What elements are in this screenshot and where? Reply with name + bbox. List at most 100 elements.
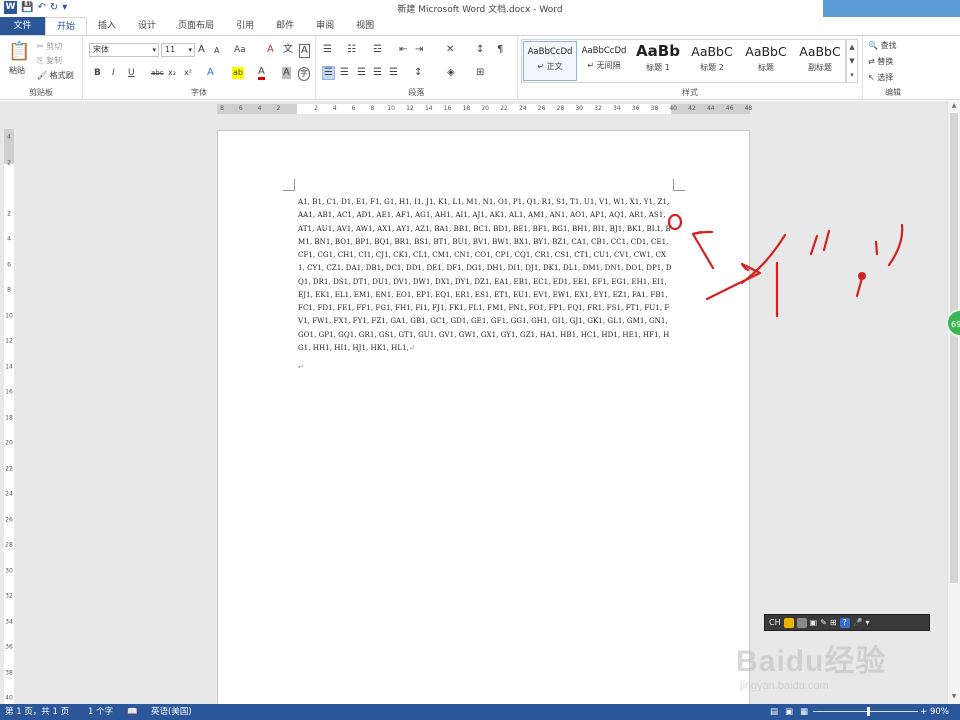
- ime-write-icon[interactable]: ✎: [820, 617, 827, 629]
- styles-scroll[interactable]: ▲ ▼ ▾: [846, 39, 858, 83]
- underline-button[interactable]: U: [128, 67, 135, 79]
- format-painter-button[interactable]: 🖌 格式刷: [37, 70, 74, 81]
- ime-help-icon[interactable]: ?: [839, 617, 850, 628]
- proofing-icon[interactable]: 📖: [127, 706, 138, 718]
- scroll-up-arrow[interactable]: ▲: [948, 102, 960, 109]
- zoom-in-button[interactable]: +: [920, 706, 927, 718]
- enclose-char-icon[interactable]: 字: [298, 67, 310, 81]
- ime-language-bar[interactable]: CH ▣ ✎ ⊞ ? 🎤 ▾: [764, 614, 930, 631]
- show-marks-icon[interactable]: ¶: [497, 44, 503, 56]
- tab-references[interactable]: 引用: [225, 17, 265, 35]
- bold-button[interactable]: B: [94, 67, 101, 79]
- paste-button[interactable]: 粘贴: [9, 65, 25, 76]
- ime-mode-icon[interactable]: [783, 617, 794, 628]
- char-shading-icon[interactable]: A: [282, 67, 291, 79]
- decrease-indent-icon[interactable]: ⇤: [399, 44, 407, 56]
- scroll-down-icon[interactable]: ▼: [847, 54, 857, 68]
- subscript-button[interactable]: x₂: [168, 67, 176, 79]
- document-body-text[interactable]: A1, B1, C1, D1, E1, F1, G1, H1, I1, J1, …: [298, 195, 672, 354]
- multilevel-list-icon[interactable]: ☲: [373, 44, 382, 56]
- language-indicator[interactable]: 英语(美国): [151, 706, 192, 718]
- tab-file[interactable]: 文件: [0, 17, 45, 35]
- borders-icon[interactable]: ⊞: [476, 67, 484, 79]
- chinese-layout-icon[interactable]: ✕: [446, 44, 454, 56]
- horizontal-ruler[interactable]: 8 6 4 2 2 4 6 8 10 12 14 16 18 20 22 24 26 28 30 32 34 36 38 40…: [217, 104, 752, 114]
- style-name: 标题 1: [646, 63, 670, 72]
- ime-mic-icon[interactable]: 🎤: [853, 617, 863, 629]
- style-heading-2[interactable]: AaBbC 标题 2: [685, 41, 739, 81]
- char-border-icon[interactable]: A: [299, 44, 310, 58]
- tab-view[interactable]: 视图: [345, 17, 385, 35]
- cut-button[interactable]: ✂ 剪切: [37, 41, 62, 52]
- center-icon[interactable]: ☰: [340, 67, 349, 79]
- paste-icon[interactable]: 📋: [8, 42, 30, 62]
- numbering-icon[interactable]: ☷: [347, 44, 356, 56]
- align-left-icon[interactable]: ☰: [322, 66, 335, 80]
- clipboard-group: 📋 粘贴 ✂ 剪切 ⎘ 复制 🖌 格式刷 剪贴板: [0, 36, 83, 99]
- vertical-ruler[interactable]: 4224681012141618202224262830323436384042…: [4, 129, 14, 704]
- phonetic-guide-icon[interactable]: 文: [283, 44, 293, 56]
- zoom-level[interactable]: 90%: [930, 706, 949, 718]
- font-name-combo[interactable]: 宋体 ▾: [89, 43, 159, 57]
- shading-icon[interactable]: ◈: [447, 67, 455, 79]
- font-size-combo[interactable]: 11 ▾: [161, 43, 195, 57]
- font-color-icon[interactable]: A: [258, 67, 265, 80]
- word-count[interactable]: 1 个字: [88, 706, 113, 718]
- ime-box-icon[interactable]: ▣: [810, 617, 818, 629]
- clear-format-icon[interactable]: A: [267, 44, 274, 56]
- tab-home[interactable]: 开始: [45, 17, 88, 35]
- tab-design[interactable]: 设计: [127, 17, 167, 35]
- scroll-down-arrow[interactable]: ▼: [948, 693, 960, 700]
- tab-insert[interactable]: 插入: [87, 17, 127, 35]
- watermark-main: Baidu经验: [736, 645, 887, 678]
- style-normal[interactable]: AaBbCcDd ↵ 正文: [523, 41, 577, 81]
- replace-button[interactable]: ⇄ 替换: [868, 56, 893, 67]
- align-right-icon[interactable]: ☰: [357, 67, 366, 79]
- document-page[interactable]: A1, B1, C1, D1, E1, F1, G1, H1, I1, J1, …: [217, 130, 750, 704]
- sort-icon[interactable]: ↕: [476, 44, 484, 56]
- ruler-tick-label: 24: [518, 105, 527, 112]
- zoom-out-button[interactable]: −: [812, 706, 819, 718]
- tab-page-layout[interactable]: 页面布局: [167, 17, 225, 35]
- strikethrough-button[interactable]: abc: [151, 67, 164, 79]
- change-case-icon[interactable]: Aa: [234, 44, 246, 56]
- ruler-tick-label: 12: [406, 105, 414, 112]
- select-button[interactable]: ↖ 选择: [868, 72, 893, 83]
- superscript-button[interactable]: x²: [184, 67, 192, 79]
- style-subtitle[interactable]: AaBbC 副标题: [793, 41, 847, 81]
- style-title[interactable]: AaBbC 标题: [739, 41, 793, 81]
- copy-button[interactable]: ⎘ 复制: [37, 55, 62, 66]
- page-count[interactable]: 第 1 页，共 1 页: [5, 706, 69, 718]
- italic-button[interactable]: I: [112, 67, 115, 79]
- ruler-tick-label: 14: [424, 105, 433, 112]
- ime-options-icon[interactable]: ▾: [866, 617, 870, 629]
- print-layout-icon[interactable]: ▣: [785, 706, 793, 718]
- ruler-tick-label: 4: [7, 235, 11, 243]
- shrink-font-icon[interactable]: A: [214, 45, 219, 57]
- text-effects-icon[interactable]: A: [207, 67, 214, 79]
- style-heading-1[interactable]: AaBb 标题 1: [631, 41, 685, 81]
- ime-pad-icon[interactable]: [796, 617, 807, 628]
- distributed-icon[interactable]: ☰: [389, 67, 398, 79]
- zoom-slider-knob[interactable]: [867, 707, 870, 716]
- style-no-spacing[interactable]: AaBbCcDd ↵ 无间隔: [577, 41, 631, 81]
- web-layout-icon[interactable]: ▦: [800, 706, 808, 718]
- bullets-icon[interactable]: ☰: [323, 44, 332, 56]
- ime-lang-label[interactable]: CH: [769, 617, 781, 629]
- crop-mark-top-left: [283, 179, 295, 191]
- justify-icon[interactable]: ☰: [373, 67, 382, 79]
- scroll-thumb[interactable]: [950, 113, 958, 583]
- tab-mailings[interactable]: 邮件: [265, 17, 305, 35]
- find-button[interactable]: 🔍 查找: [868, 40, 897, 51]
- increase-indent-icon[interactable]: ⇥: [415, 44, 423, 56]
- tab-review[interactable]: 审阅: [305, 17, 345, 35]
- highlight-icon[interactable]: ab: [232, 67, 244, 79]
- grow-font-icon[interactable]: A: [198, 44, 205, 56]
- ime-tools-icon[interactable]: ⊞: [830, 617, 837, 629]
- vertical-scrollbar[interactable]: ▲ ▼: [947, 101, 960, 704]
- ruler-tick-label: 22: [500, 105, 508, 112]
- line-spacing-icon[interactable]: ↕: [414, 67, 422, 79]
- read-mode-icon[interactable]: ▤: [770, 706, 778, 718]
- scroll-up-icon[interactable]: ▲: [847, 40, 857, 54]
- more-styles-icon[interactable]: ▾: [847, 68, 857, 82]
